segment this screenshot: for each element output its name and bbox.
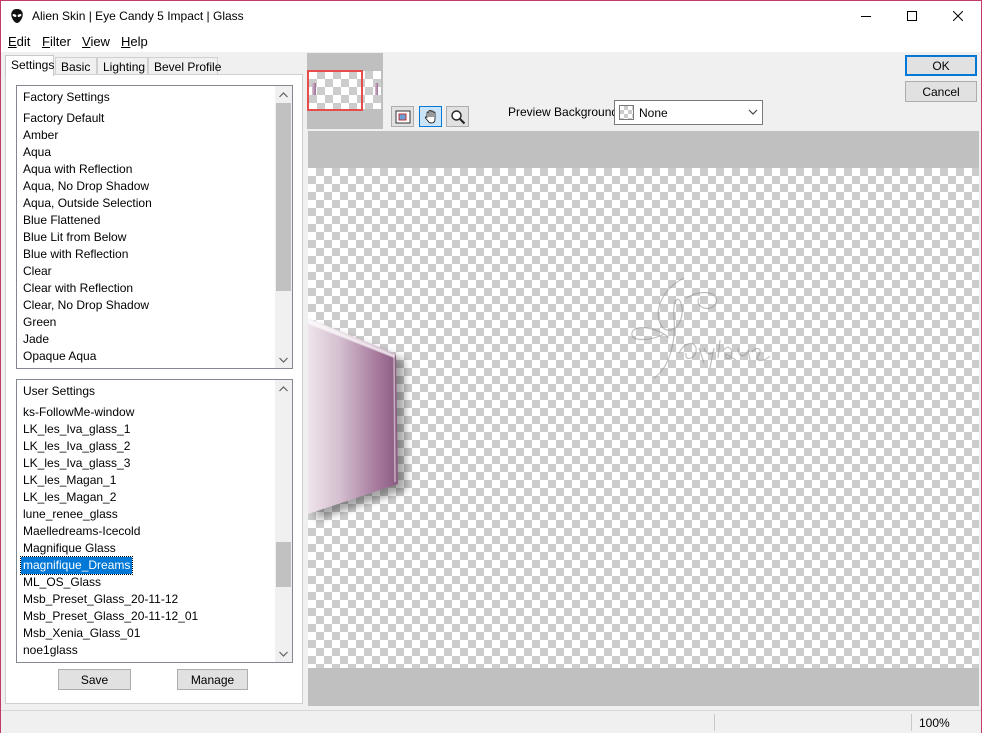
watermark-signature (631, 277, 771, 379)
factory-setting-list-item[interactable]: Amber (23, 127, 58, 144)
save-button[interactable]: Save (58, 669, 131, 690)
preview-area[interactable] (308, 131, 979, 706)
user-setting-list-item[interactable]: Magnifique Glass (23, 540, 116, 557)
alien-skin-app-icon (11, 9, 23, 23)
factory-setting-list-item[interactable]: Clear, No Drop Shadow (23, 297, 149, 314)
preview-navigator[interactable] (307, 53, 383, 129)
navigator-icon (395, 110, 410, 123)
scroll-down-icon[interactable] (275, 645, 292, 662)
hand-tool-button[interactable] (419, 106, 442, 127)
close-icon (953, 11, 963, 21)
maximize-icon (907, 11, 917, 21)
user-scrollbar[interactable] (275, 380, 292, 662)
menu-view[interactable]: View (82, 34, 110, 49)
user-setting-list-item[interactable]: ks-FollowMe-window (23, 404, 134, 421)
menu-help[interactable]: Help (121, 34, 148, 49)
factory-setting-list-item[interactable]: Clear (23, 263, 52, 280)
title-bar: Alien Skin | Eye Candy 5 Impact | Glass (1, 1, 981, 31)
factory-scrollbar[interactable] (275, 86, 292, 368)
user-settings-list[interactable]: User Settings ks-FollowMe-window LK_les_I… (16, 379, 293, 663)
user-setting-list-item[interactable]: Msb_Preset_Glass_20-11-12_01 (23, 608, 198, 625)
user-setting-list-item[interactable]: Msb_Xenia_Glass_01 (23, 625, 140, 642)
minimize-icon (861, 16, 871, 17)
user-setting-list-item[interactable]: lune_renee_glass (23, 506, 118, 523)
factory-setting-list-item[interactable]: Aqua, No Drop Shadow (23, 178, 149, 195)
status-separator (714, 714, 715, 731)
factory-setting-list-item[interactable]: Blue with Reflection (23, 246, 128, 263)
user-setting-list-item[interactable]: magnifique_Dreams (19, 556, 134, 575)
preview-canvas[interactable] (308, 168, 979, 668)
background-swatch (619, 105, 634, 120)
preview-background-select[interactable]: None (614, 100, 763, 125)
user-setting-list-item[interactable]: Maelledreams-Icecold (23, 523, 140, 540)
chevron-down-icon (748, 109, 758, 115)
user-setting-list-item[interactable]: LK_les_Magan_2 (23, 489, 116, 506)
tab-basic[interactable]: Basic (55, 57, 97, 75)
ok-button[interactable]: OK (905, 55, 977, 76)
factory-setting-list-item[interactable]: Aqua (23, 144, 51, 161)
user-setting-list-item[interactable]: LK_les_Magan_1 (23, 472, 116, 489)
window-title: Alien Skin | Eye Candy 5 Impact | Glass (32, 9, 244, 23)
factory-setting-list-item[interactable]: Clear with Reflection (23, 280, 133, 297)
tab-bevel-profile[interactable]: Bevel Profile (148, 57, 221, 75)
user-scroll-thumb[interactable] (276, 542, 291, 587)
scroll-up-icon[interactable] (275, 380, 292, 397)
factory-setting-list-item[interactable]: Opaque Aqua (23, 348, 96, 365)
factory-setting-list-item[interactable]: Aqua, Outside Selection (23, 195, 152, 212)
factory-settings-list[interactable]: Factory Settings Factory Default Amber Aqu… (16, 85, 293, 369)
preview-background-value: None (639, 106, 668, 120)
factory-setting-list-item[interactable]: Blue Flattened (23, 212, 100, 229)
navigator-tool-button[interactable] (391, 106, 414, 127)
factory-settings-header: Factory Settings (23, 90, 110, 104)
status-separator (911, 714, 912, 731)
close-button[interactable] (935, 1, 981, 31)
factory-setting-list-item[interactable]: Aqua with Reflection (23, 161, 132, 178)
factory-scroll-thumb[interactable] (276, 103, 291, 291)
tab-lighting[interactable]: Lighting (97, 57, 148, 75)
factory-setting-list-item[interactable]: Blue Lit from Below (23, 229, 126, 246)
scroll-down-icon[interactable] (275, 351, 292, 368)
factory-setting-list-item[interactable]: Factory Default (23, 110, 104, 127)
zoom-level: 100% (919, 716, 950, 730)
menu-edit[interactable]: Edit (8, 34, 30, 49)
preview-background-label: Preview Background: (508, 105, 622, 119)
menu-bar: Edit Filter View Help (1, 31, 981, 52)
user-settings-header: User Settings (23, 384, 96, 398)
user-setting-list-item[interactable]: LK_les_Iva_glass_1 (23, 421, 130, 438)
app-window: Alien Skin | Eye Candy 5 Impact | Glass … (0, 0, 982, 733)
menu-filter[interactable]: Filter (42, 34, 71, 49)
hand-pan-icon (424, 109, 435, 123)
user-setting-list-item[interactable]: LK_les_Iva_glass_3 (23, 455, 130, 472)
cancel-button[interactable]: Cancel (905, 81, 977, 102)
manage-button[interactable]: Manage (177, 669, 248, 690)
status-bar: 100% (1, 710, 981, 733)
maximize-button[interactable] (889, 1, 935, 31)
navigator-viewport-rect[interactable] (307, 70, 363, 111)
zoom-icon (450, 109, 465, 124)
factory-setting-list-item[interactable]: Green (23, 314, 56, 331)
factory-setting-list-item[interactable]: Jade (23, 331, 49, 348)
user-setting-list-item[interactable]: noe1glass (23, 642, 78, 659)
scroll-up-icon[interactable] (275, 86, 292, 103)
glass-effect-preview (308, 318, 406, 520)
user-setting-list-item[interactable]: ML_OS_Glass (23, 574, 101, 591)
user-setting-list-item[interactable]: LK_les_Iva_glass_2 (23, 438, 130, 455)
tab-settings[interactable]: Settings (5, 55, 54, 76)
minimize-button[interactable] (843, 1, 889, 31)
zoom-tool-button[interactable] (446, 106, 469, 127)
user-setting-list-item[interactable]: Msb_Preset_Glass_20-11-12 (23, 591, 178, 608)
